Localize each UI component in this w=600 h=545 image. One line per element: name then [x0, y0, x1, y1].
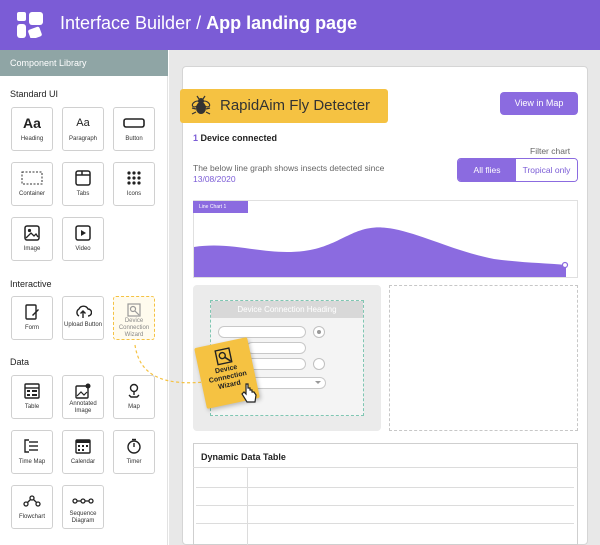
calendar-icon — [63, 437, 103, 455]
video-icon — [63, 224, 103, 242]
page-title: Interface Builder / App landing page — [60, 13, 357, 34]
component-heading[interactable]: Aa Heading — [11, 107, 53, 151]
device-count: 1 Device connected — [193, 133, 277, 143]
wizard-icon — [114, 301, 154, 319]
chart-tag: Line Chart 1 — [193, 201, 248, 213]
description-text: The below line graph shows insects detec… — [193, 163, 385, 173]
section-standard-ui: Standard UI — [10, 89, 59, 99]
component-tabs[interactable]: Tabs — [62, 162, 104, 206]
wizard-heading: Device Connection Heading — [211, 301, 363, 318]
component-flowchart[interactable]: Flowchart — [11, 485, 53, 529]
description-date: 13/08/2020 — [193, 174, 236, 184]
filter-chart-label: Filter chart — [530, 146, 571, 156]
chart-description: The below line graph shows insects detec… — [193, 163, 393, 185]
library-heading: Component Library — [0, 50, 168, 76]
table-divider — [193, 467, 578, 468]
component-label: Icons — [126, 191, 142, 197]
component-label: Form — [25, 325, 39, 331]
dropdown-caret-icon — [315, 381, 321, 384]
button-icon — [114, 114, 154, 132]
component-label: Map — [128, 404, 140, 410]
upload-icon — [63, 303, 103, 321]
component-label: Device Connection Wizard — [118, 318, 150, 338]
component-device-connection-wizard[interactable]: Device Connection Wizard — [113, 296, 155, 340]
app-title-text: RapidAim Fly Detecter — [220, 97, 371, 114]
section-interactive: Interactive — [10, 279, 52, 289]
title-prefix: Interface Builder / — [60, 13, 207, 33]
component-label: Calendar — [70, 459, 96, 465]
filter-toggle: All flies Tropical only — [457, 158, 578, 182]
component-sequence-diagram[interactable]: Sequence Diagram — [62, 485, 104, 529]
view-in-map-button[interactable]: View in Map — [500, 92, 578, 115]
filter-all-flies[interactable]: All flies — [458, 159, 516, 181]
component-label: Image — [23, 246, 41, 252]
component-label: Heading — [20, 136, 44, 142]
wizard-radio-2[interactable] — [313, 358, 325, 370]
component-label: Table — [24, 404, 40, 410]
component-label: Time Map — [18, 459, 46, 465]
component-label: Upload Button — [63, 322, 103, 328]
component-time-map[interactable]: Time Map — [11, 430, 53, 474]
hand-cursor-icon — [241, 383, 257, 403]
component-container[interactable]: Container — [11, 162, 53, 206]
component-label: Container — [18, 191, 45, 197]
title-page-name: App landing page — [206, 13, 358, 33]
filter-tropical-only[interactable]: Tropical only — [516, 159, 577, 181]
table-title: Dynamic Data Table — [201, 452, 286, 462]
component-label: Annotated Image — [69, 401, 97, 414]
app-header: Interface Builder / App landing page — [0, 0, 600, 50]
sequence-diagram-icon — [63, 492, 103, 510]
component-upload-button[interactable]: Upload Button — [62, 296, 104, 340]
component-calendar[interactable]: Calendar — [62, 430, 104, 474]
line-chart-area — [194, 227, 569, 277]
component-form[interactable]: Form — [11, 296, 53, 340]
component-label: Tabs — [76, 191, 90, 197]
app-title-banner[interactable]: RapidAim Fly Detecter — [180, 89, 388, 123]
wizard-field-1[interactable] — [218, 326, 306, 338]
wizard-field-2[interactable] — [246, 342, 306, 354]
component-label: Timer — [126, 459, 142, 465]
section-data: Data — [10, 357, 30, 367]
table-row — [196, 505, 574, 506]
component-label: Button — [125, 136, 143, 142]
icons-grid-icon — [114, 169, 154, 187]
timer-icon — [114, 437, 154, 455]
table-icon — [12, 382, 52, 400]
component-label: Flowchart — [18, 514, 45, 520]
component-label: Sequence Diagram — [69, 511, 97, 524]
table-row — [196, 523, 574, 524]
component-annotated-image[interactable]: Annotated Image — [62, 375, 104, 419]
component-paragraph[interactable]: Aa Paragraph — [62, 107, 104, 151]
wizard-radio-1[interactable] — [313, 326, 325, 338]
time-map-icon — [12, 437, 52, 455]
builder-logo-icon — [17, 12, 43, 38]
form-icon — [12, 303, 52, 321]
device-count-text: Device connected — [198, 133, 278, 143]
table-row — [196, 487, 574, 488]
empty-drop-zone[interactable] — [389, 285, 578, 431]
image-icon — [12, 224, 52, 242]
annotated-image-icon — [63, 382, 103, 400]
component-button[interactable]: Button — [113, 107, 155, 151]
component-label: Video — [75, 246, 91, 252]
flowchart-icon — [12, 492, 52, 510]
paragraph-icon: Aa — [76, 117, 90, 129]
heading-icon: Aa — [23, 115, 41, 131]
component-timer[interactable]: Timer — [113, 430, 155, 474]
tabs-icon — [63, 169, 103, 187]
table-column-divider — [247, 467, 248, 545]
fly-icon — [191, 95, 211, 115]
component-table[interactable]: Table — [11, 375, 53, 419]
wizard-field-3[interactable] — [246, 358, 306, 370]
component-label: Paragraph — [68, 136, 98, 142]
component-image[interactable]: Image — [11, 217, 53, 261]
component-video[interactable]: Video — [62, 217, 104, 261]
component-icons[interactable]: Icons — [113, 162, 155, 206]
line-chart[interactable] — [193, 200, 578, 278]
container-icon — [12, 169, 52, 187]
